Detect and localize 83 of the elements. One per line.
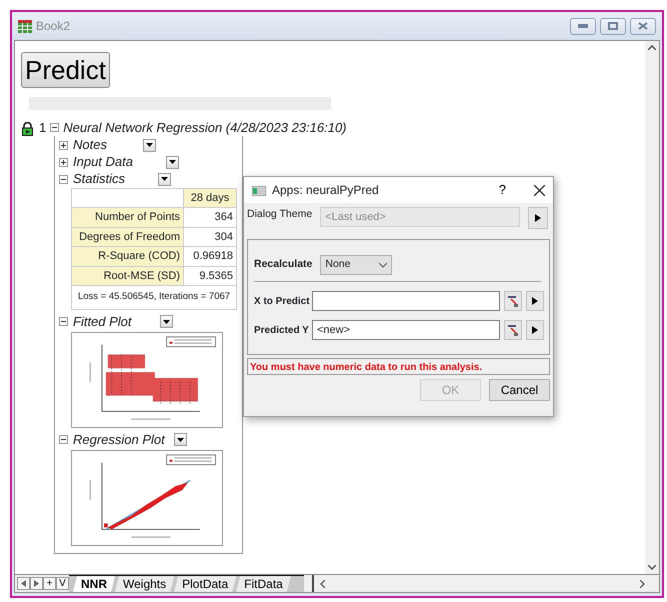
- dropdown-button[interactable]: [158, 172, 171, 186]
- section-label[interactable]: Statistics: [73, 169, 153, 189]
- vertical-scrollbar[interactable]: [645, 41, 659, 574]
- caret-right-icon: [532, 297, 538, 305]
- select-range-button[interactable]: [504, 320, 522, 340]
- menu-arrow-button[interactable]: [526, 320, 544, 340]
- menu-arrow-button[interactable]: [526, 291, 544, 311]
- column-header: 28 days: [184, 188, 236, 208]
- caret-right-icon: [532, 326, 538, 334]
- spreadsheet-icon: [18, 20, 32, 32]
- field-label: X to Predict: [254, 294, 311, 308]
- input-field[interactable]: [312, 291, 500, 311]
- chevron-icon: [379, 262, 388, 268]
- dropdown-button[interactable]: [174, 433, 187, 446]
- close-icon: [638, 22, 648, 30]
- scroll-up-icon[interactable]: [648, 45, 656, 50]
- axis-title: [89, 480, 91, 500]
- collapse-icon[interactable]: [59, 435, 68, 444]
- minimize-icon: [578, 24, 588, 28]
- caret-down-icon: [169, 160, 176, 164]
- maximize-button[interactable]: [600, 18, 626, 34]
- field-label: Recalculate: [254, 257, 312, 272]
- section-label[interactable]: Regression Plot: [73, 430, 169, 450]
- help-button[interactable]: ?: [498, 180, 506, 200]
- scroll-right-icon[interactable]: [30, 577, 43, 590]
- dropdown-button[interactable]: [160, 315, 173, 328]
- section-label[interactable]: Notes: [73, 135, 138, 155]
- row-header: Degrees of Freedom: [72, 227, 184, 246]
- error-message: You must have numeric data to run this analysis.: [247, 358, 550, 375]
- caret-down-icon: [177, 438, 184, 442]
- predict-button[interactable]: Predict: [21, 52, 110, 88]
- scroll-right-icon[interactable]: [640, 580, 645, 588]
- dropdown-button[interactable]: [166, 156, 179, 168]
- dropdown-button[interactable]: [143, 138, 156, 152]
- caret-down-icon: [161, 177, 168, 181]
- expand-icon[interactable]: [59, 158, 68, 166]
- sheet-tab[interactable]: Weights: [115, 576, 174, 592]
- axis-title: [89, 362, 91, 382]
- row-header: Root-MSE (SD): [72, 266, 184, 286]
- table-cell: 364: [184, 208, 236, 227]
- table-cell: 0.96918: [184, 246, 236, 266]
- sheet-nav-button[interactable]: V: [56, 577, 69, 590]
- table-footnote: Loss = 45.506545, Iterations = 7067: [72, 286, 236, 310]
- axis-title: [131, 418, 170, 420]
- scroll-left-icon[interactable]: [17, 577, 30, 590]
- field-label: Dialog Theme: [247, 207, 312, 222]
- row-header: Number of Points: [72, 208, 184, 227]
- caret-down-icon: [163, 320, 170, 324]
- scroll-down-icon[interactable]: [648, 565, 656, 570]
- expand-icon[interactable]: [59, 140, 68, 150]
- caret-down-icon: [146, 143, 153, 147]
- collapse-icon[interactable]: [59, 317, 68, 326]
- caret-right-icon: [535, 214, 542, 222]
- row-header: R-Square (COD): [72, 246, 184, 266]
- scroll-left-icon[interactable]: [320, 580, 325, 588]
- cancel-button[interactable]: Cancel: [489, 379, 550, 401]
- maximize-icon: [608, 22, 618, 30]
- field-label: Predicted Y: [254, 324, 310, 338]
- recalculate-dropdown[interactable]: None: [320, 255, 392, 275]
- window-title: Book2: [36, 18, 70, 35]
- report-index: 1: [39, 119, 46, 137]
- dialog-title: Apps: neuralPyPred: [272, 182, 379, 199]
- collapse-icon[interactable]: [50, 123, 60, 132]
- chart-legend: [166, 454, 216, 465]
- sheet-tab[interactable]: PlotData: [174, 576, 236, 592]
- sheet-tab[interactable]: FitData: [236, 576, 291, 592]
- minimize-button[interactable]: [570, 18, 596, 34]
- chart-legend: [166, 336, 216, 347]
- table-cell: 304: [184, 227, 236, 246]
- sheet-tab[interactable]: NNR: [73, 576, 115, 592]
- select-range-icon: [508, 296, 518, 306]
- section-label[interactable]: Input Data: [73, 152, 161, 172]
- select-range-icon: [508, 324, 518, 336]
- select-range-button[interactable]: [504, 291, 522, 311]
- collapse-icon[interactable]: [59, 174, 68, 184]
- report-title: Neural Network Regression (4/28/2023 23:16:10): [63, 119, 347, 137]
- menu-arrow-button[interactable]: [528, 207, 548, 229]
- axis-title: [131, 536, 170, 538]
- input-field[interactable]: <new>: [312, 320, 500, 340]
- section-label[interactable]: Fitted Plot: [73, 312, 155, 332]
- table-cell: 9.5365: [184, 266, 236, 286]
- sheet-nav-button[interactable]: +: [43, 577, 56, 590]
- close-button[interactable]: [630, 18, 656, 34]
